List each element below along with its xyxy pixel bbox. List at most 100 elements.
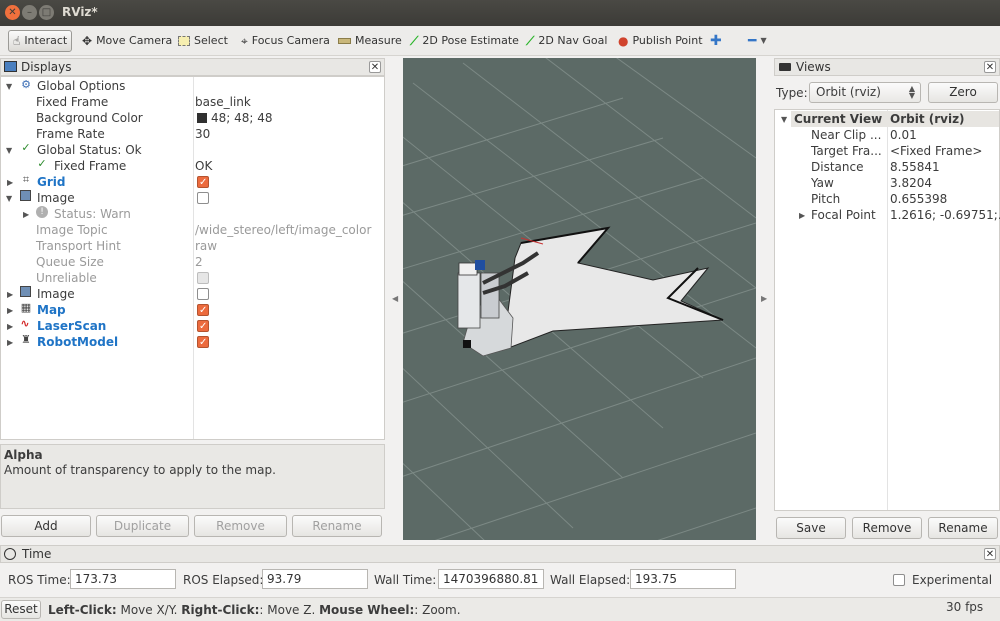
grid-enabled-checkbox[interactable] (197, 176, 209, 188)
render-viewport[interactable] (403, 58, 756, 540)
focus-camera-tool[interactable]: ⌖ Focus Camera (237, 30, 334, 52)
queue-size-value[interactable]: 2 (195, 254, 203, 270)
scene-canvas (403, 58, 756, 540)
pose-estimate-tool[interactable]: ⟋ 2D Pose Estimate (406, 30, 523, 52)
chevron-right-icon[interactable]: ▶ (23, 210, 29, 219)
rename-button[interactable]: Rename (292, 515, 382, 537)
image-enabled-checkbox[interactable] (197, 192, 209, 204)
close-icon[interactable]: ✕ (369, 61, 381, 73)
displays-tree[interactable]: ▼ ⚙ Global Options Fixed Frame base_link… (0, 76, 385, 440)
unreliable-checkbox[interactable] (197, 272, 209, 284)
focal-point-value[interactable]: 1.2616; -0.69751;... (890, 207, 1000, 223)
maximize-icon[interactable]: □ (39, 5, 54, 20)
wall-elapsed-field[interactable]: 193.75 (630, 569, 736, 589)
near-clip-value[interactable]: 0.01 (890, 127, 917, 143)
laserscan-display-item[interactable]: LaserScan (37, 318, 106, 334)
remove-tool-button[interactable]: ━ ▼ (744, 30, 771, 52)
chevron-right-icon[interactable]: ▶ (7, 322, 13, 331)
remove-button[interactable]: Remove (194, 515, 287, 537)
chevron-down-icon[interactable]: ▼ (6, 82, 12, 91)
chevron-down-icon[interactable]: ▼ (6, 194, 12, 203)
toolbar: ☝ Interact ✥ Move Camera Select ⌖ Focus Cam… (0, 26, 1000, 56)
collapse-right-icon[interactable]: ▶ (761, 294, 767, 303)
interact-label: Interact (24, 34, 68, 47)
frame-rate-value[interactable]: 30 (195, 126, 210, 142)
help-text: Amount of transparency to apply to the m… (4, 463, 276, 477)
image-display-item[interactable]: Image (37, 190, 75, 206)
mouse-wheel-action: : Zoom. (414, 603, 461, 617)
column-divider (193, 77, 194, 439)
close-icon[interactable]: ✕ (984, 548, 996, 560)
laser-scan-map (502, 227, 724, 351)
image-status-item[interactable]: Status: Warn (54, 206, 131, 222)
ros-time-label: ROS Time: (8, 573, 71, 587)
hand-cursor-icon: ☝ (13, 34, 21, 48)
wall-time-field[interactable]: 1470396880.81 (438, 569, 544, 589)
checkmark-icon: ✓ (37, 157, 47, 170)
distance-value[interactable]: 8.55841 (890, 159, 940, 175)
select-tool[interactable]: Select (174, 30, 232, 52)
add-button[interactable]: Add (1, 515, 91, 537)
target-frame-value[interactable]: <Fixed Frame> (890, 143, 982, 159)
minimize-icon[interactable]: – (22, 5, 37, 20)
yaw-label: Yaw (811, 176, 834, 190)
publish-point-tool[interactable]: ● Publish Point (614, 30, 707, 52)
pitch-value[interactable]: 0.655398 (890, 191, 947, 207)
wall-elapsed-label: Wall Elapsed: (550, 573, 631, 587)
add-tool-button[interactable]: ✚ (706, 30, 726, 52)
global-status-item[interactable]: Global Status: Ok (37, 142, 142, 158)
grid-icon: ⌗ (22, 173, 30, 186)
grid-display-item[interactable]: Grid (37, 174, 65, 190)
distance-label: Distance (811, 160, 864, 174)
experimental-checkbox[interactable] (893, 574, 905, 586)
chevron-down-icon[interactable]: ▼ (6, 146, 12, 155)
transport-hint-value[interactable]: raw (195, 238, 217, 254)
background-color-value[interactable]: 48; 48; 48 (211, 110, 273, 126)
image-icon (20, 286, 31, 297)
chevron-right-icon[interactable]: ▶ (7, 338, 13, 347)
move-camera-tool[interactable]: ✥ Move Camera (78, 30, 176, 52)
fixed-frame-value[interactable]: base_link (195, 94, 251, 110)
crosshair-icon: ⌖ (241, 34, 248, 48)
close-icon[interactable]: ✕ (5, 5, 20, 20)
robotmodel-display-item[interactable]: RobotModel (37, 334, 118, 350)
mouse-wheel-hint: Mouse Wheel: (319, 603, 415, 617)
yaw-value[interactable]: 3.8204 (890, 175, 932, 191)
global-options-item[interactable]: Global Options (37, 78, 125, 94)
duplicate-button[interactable]: Duplicate (96, 515, 189, 537)
color-swatch[interactable] (197, 113, 207, 123)
close-icon[interactable]: ✕ (984, 61, 996, 73)
ros-elapsed-field[interactable]: 93.79 (262, 569, 368, 589)
image-display-item[interactable]: Image (37, 286, 75, 302)
view-type-select[interactable]: Orbit (rviz) ▲ ▼ (809, 82, 921, 103)
image-enabled-checkbox[interactable] (197, 288, 209, 300)
ros-elapsed-label: ROS Elapsed: (183, 573, 264, 587)
focus-camera-label: Focus Camera (251, 34, 330, 47)
zero-button[interactable]: Zero (928, 82, 998, 103)
near-clip-label: Near Clip ... (811, 128, 882, 142)
views-tree[interactable]: ▼ Current View Orbit (rviz) Near Clip ..… (774, 109, 1000, 511)
chevron-down-icon[interactable]: ▼ (781, 115, 787, 124)
map-enabled-checkbox[interactable] (197, 304, 209, 316)
title-bar: ✕ – □ RViz* (0, 0, 1000, 26)
chevron-right-icon[interactable]: ▶ (799, 211, 805, 220)
save-button[interactable]: Save (776, 517, 846, 539)
clock-icon (4, 548, 16, 560)
image-topic-value[interactable]: /wide_stereo/left/image_color (195, 222, 371, 238)
reset-button[interactable]: Reset (1, 600, 41, 619)
chevron-right-icon[interactable]: ▶ (7, 178, 13, 187)
map-display-item[interactable]: Map (37, 302, 66, 318)
chevron-right-icon[interactable]: ▶ (7, 290, 13, 299)
laserscan-enabled-checkbox[interactable] (197, 320, 209, 332)
nav-goal-tool[interactable]: ⟋ 2D Nav Goal (522, 30, 611, 52)
chevron-right-icon[interactable]: ▶ (7, 306, 13, 315)
rename-view-button[interactable]: Rename (928, 517, 998, 539)
select-box-icon (178, 36, 190, 46)
robotmodel-enabled-checkbox[interactable] (197, 336, 209, 348)
remove-view-button[interactable]: Remove (852, 517, 922, 539)
image-icon (20, 190, 31, 201)
ros-time-field[interactable]: 173.73 (70, 569, 176, 589)
measure-tool[interactable]: Measure (334, 30, 406, 52)
interact-tool[interactable]: ☝ Interact (8, 30, 73, 52)
collapse-left-icon[interactable]: ◀ (392, 294, 398, 303)
